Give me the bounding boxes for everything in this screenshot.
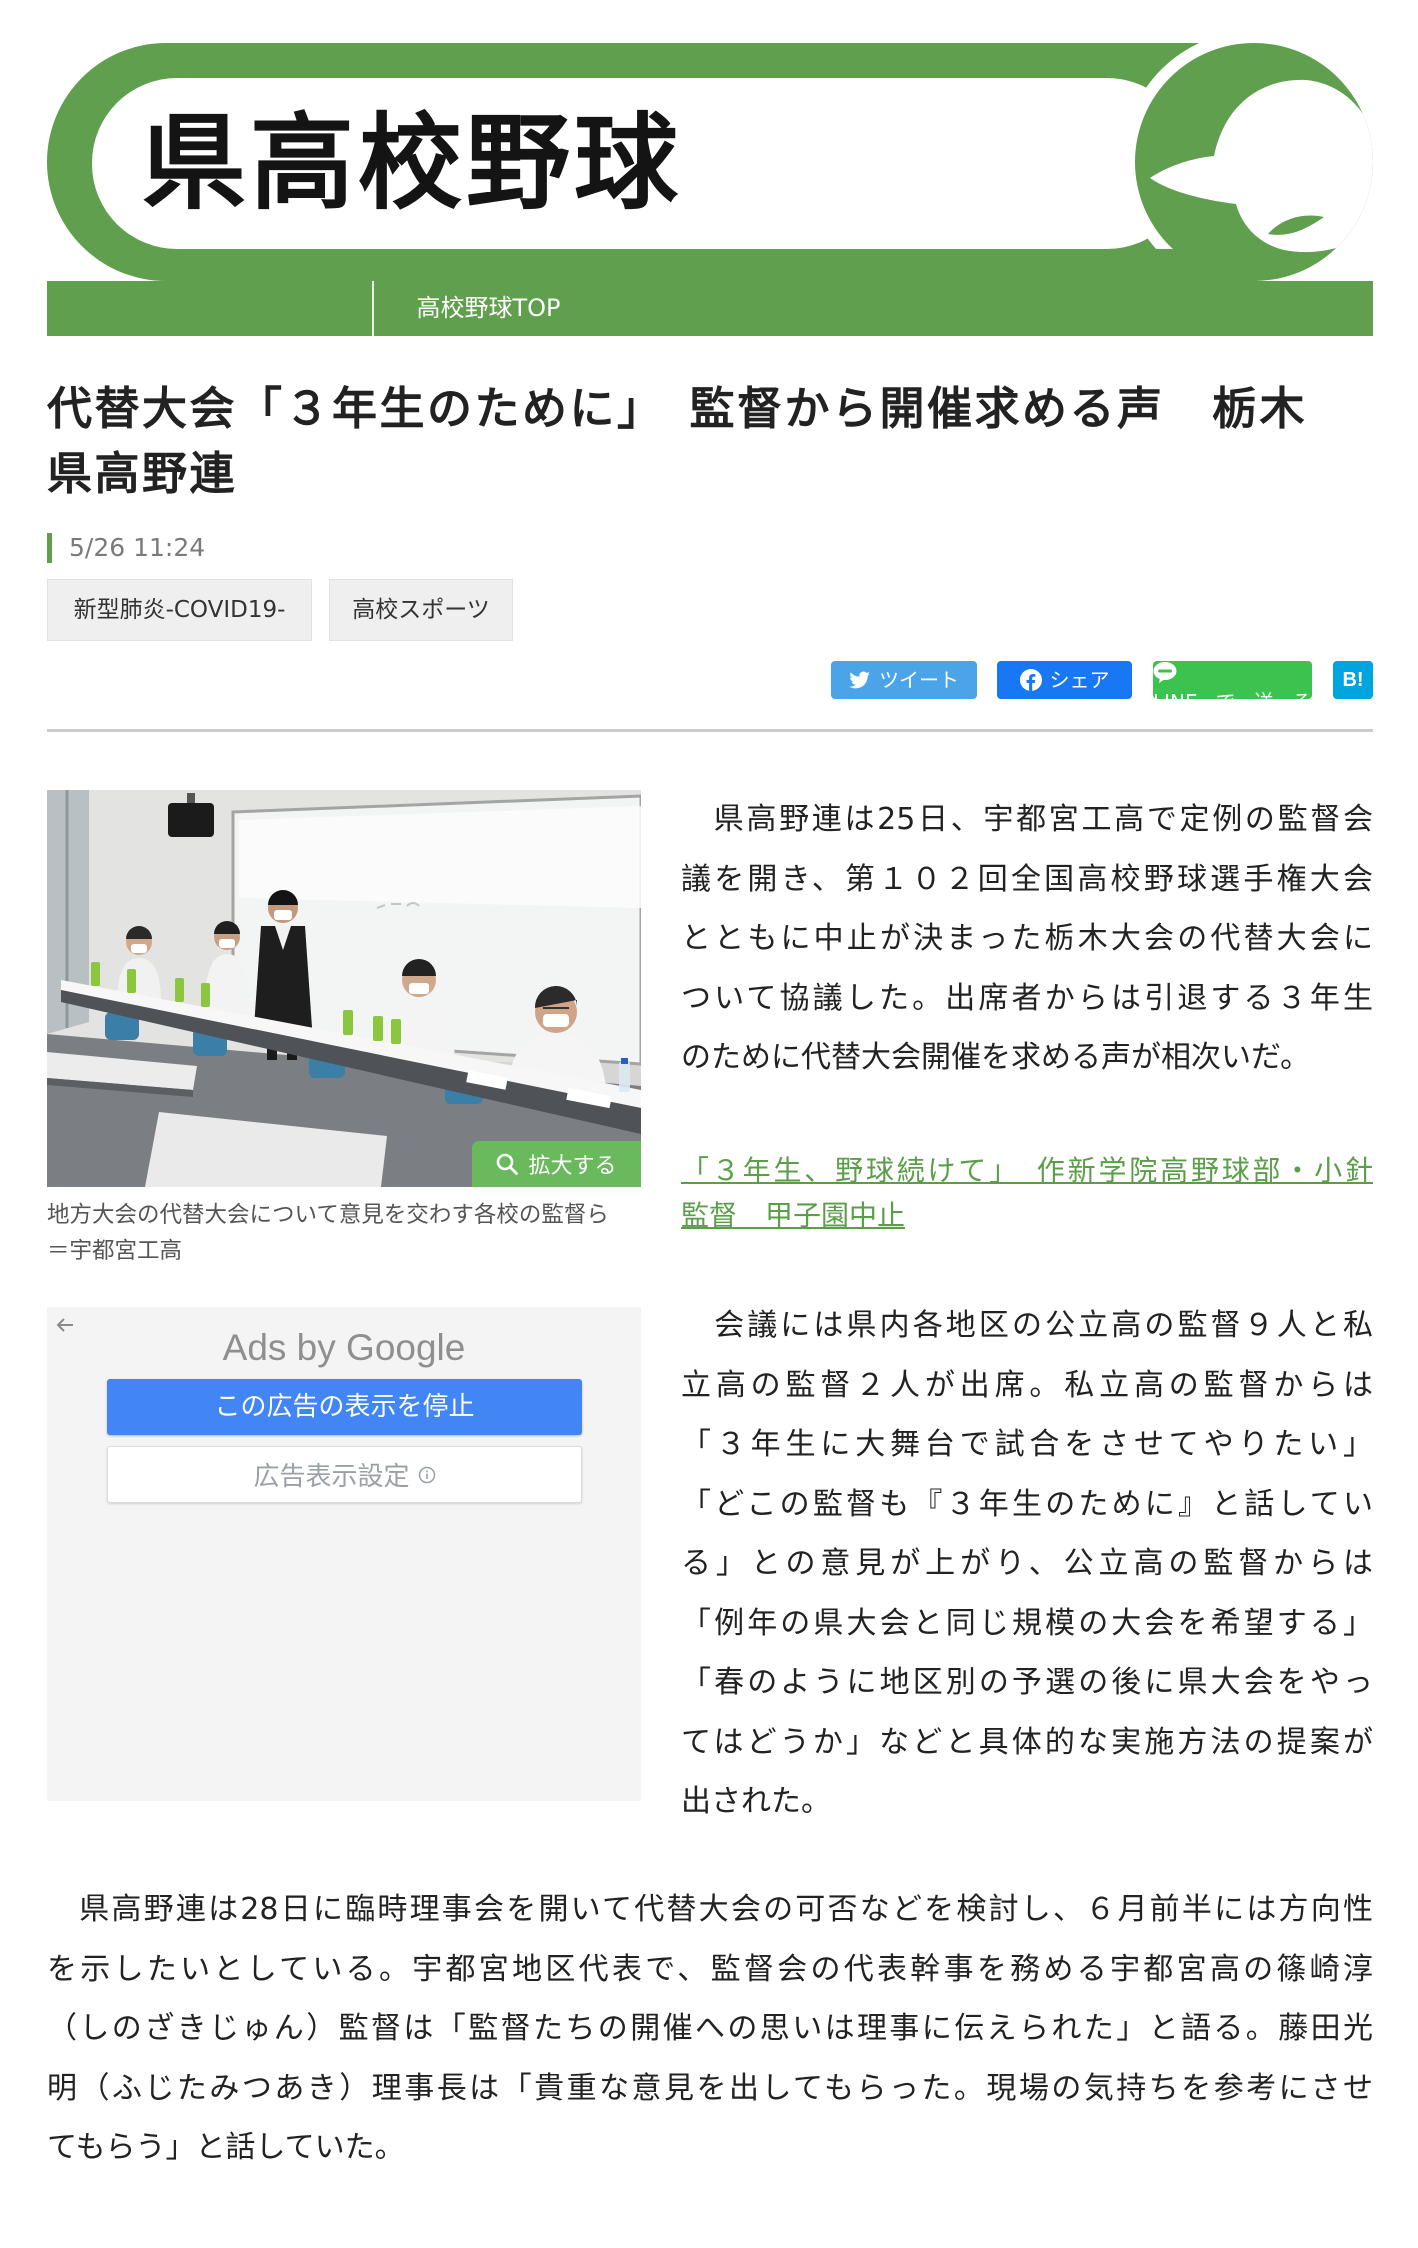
paragraph-line: ついて協議した。出席者からは引退する３年生 [681,980,1373,1016]
tweet-label: ツイート [879,668,959,692]
banner-title: 県高校野球 [142,102,683,224]
caption-line: 地方大会の代替大会について意見を交わす各校の監督ら [47,1202,609,1228]
magnifier-icon [497,1153,519,1175]
section-nav: 高校野球TOP Web写真館（高校野球） [47,281,1373,1468]
line-share-button[interactable]: LINEで送る [1153,661,1312,714]
paragraph-line: 議を開き、第１０２回全国高校野球選手権大会 [681,861,1373,897]
article-paragraph: 県高野連は25日、宇都宮工高で定例の監督会 議を開き、第１０２回全国高校野球選手… [681,790,1373,1088]
paragraph-line: 会議には県内各地区の公立高の監督９人と私 [681,1308,1373,1343]
article-paragraph: 県高野連は28日に臨時理事会を開いて代替大会の可否などを検討し、６月前半には方向… [47,1880,1373,2178]
paragraph-line: を示したいとしている。宇都宮地区代表で、監督会の代表幹事を務める宇都宮高の篠崎淳 [47,1951,1373,1987]
caption-line: ＝宇都宮工高 [47,1238,183,1264]
info-icon [418,1466,435,1483]
facebook-share-label: シェア [1049,668,1110,692]
paragraph-line: 出された。 [681,1784,831,1819]
tag-high-school-sports[interactable]: 高校スポーツ [329,579,513,641]
link-line[interactable]: 「３年生、野球続けて」 作新学院高野球部・小針 [681,1148,1373,1193]
tag-covid19[interactable]: 新型肺炎-COVID19- [47,579,312,641]
twitter-bird-icon [849,671,870,689]
stop-ad-button[interactable]: この広告の表示を停止 [107,1379,582,1435]
site-banner[interactable]: 県高校野球 [47,43,1373,281]
link-line[interactable]: 監督 甲子園中止 [681,1193,1373,1238]
paragraph-line: 立高の監督２人が出席。私立高の監督からは [681,1367,1373,1403]
paragraph-line: 「３年生に大舞台で試合をさせてやりたい」 [681,1427,1373,1462]
divider [47,729,1373,732]
google-ad-panel: Ads by Google この広告の表示を停止 広告表示設定 [47,1307,641,1801]
ad-settings-label: 広告表示設定 [253,1462,410,1492]
line-share-label: LINEで送る [1153,690,1312,714]
facebook-share-button[interactable]: シェア [997,661,1132,699]
paragraph-line: 県高野連は25日、宇都宮工高で定例の監督会 [681,802,1373,837]
line-bubble-icon [1153,662,1177,683]
article-paragraph: 会議には県内各地区の公立高の監督９人と私 立高の監督２人が出席。私立高の監督から… [681,1296,1373,1832]
paragraph-line: る」との意見が上がり、公立高の監督からは [681,1546,1373,1581]
photo-caption: 地方大会の代替大会について意見を交わす各校の監督ら ＝宇都宮工高 [47,1197,641,1269]
tweet-button[interactable]: ツイート [831,661,977,699]
ad-settings-button[interactable]: 広告表示設定 [107,1446,582,1503]
paragraph-line: 「例年の県大会と同じ規模の大会を希望する」 [681,1605,1373,1641]
paragraph-line: のために代替大会開催を求める声が相次いだ。 [681,1040,1311,1075]
article-title: 代替大会「３年生のために」 監督から開催求める声 栃木県高野連 [47,382,1308,500]
related-article: 「３年生、野球続けて」 作新学院高野球部・小針 監督 甲子園中止 [681,1148,1373,1238]
paragraph-line: 県高野連は28日に臨時理事会を開いて代替大会の可否などを検討し、６月前半には方向… [47,1892,1373,1927]
zoom-label: 拡大する [528,1154,617,1179]
hatena-bookmark-button[interactable]: B! [1333,661,1373,699]
paragraph-line: とともに中止が決まった栃木大会の代替大会に [681,921,1373,956]
nav-item-top[interactable]: 高校野球TOP [372,281,603,336]
related-article-link[interactable]: 「３年生、野球続けて」 作新学院高野球部・小針 監督 甲子園中止 [681,1148,1373,1238]
ads-by-google-label: Ads by Google [222,1327,466,1368]
paragraph-line: 明（ふじたみつあき）理事長は「貴重な意見を出してもらった。現場の気持ちを参考にさ… [47,2070,1373,2106]
paragraph-line: てもらう」と話していた。 [47,2130,405,2165]
meeting-photo-image [47,790,641,1187]
paragraph-line: てはどうか」などと具体的な実施方法の提案が [681,1724,1373,1760]
article-date: 5/26 11:24 [47,533,205,563]
zoom-button[interactable]: 拡大する [472,1141,641,1187]
paragraph-line: 「春のように地区別の予選の後に県大会をやっ [681,1665,1373,1700]
paragraph-line: （しのざきじゅん）監督は「監督たちの開催への思いは理事に伝えられた」と語る。藤田… [47,2011,1373,2046]
paragraph-line: 「どこの監督も『３年生のために』と話してい [681,1486,1373,1522]
facebook-icon [1019,669,1042,691]
article-photo[interactable]: 拡大する [47,790,641,1187]
